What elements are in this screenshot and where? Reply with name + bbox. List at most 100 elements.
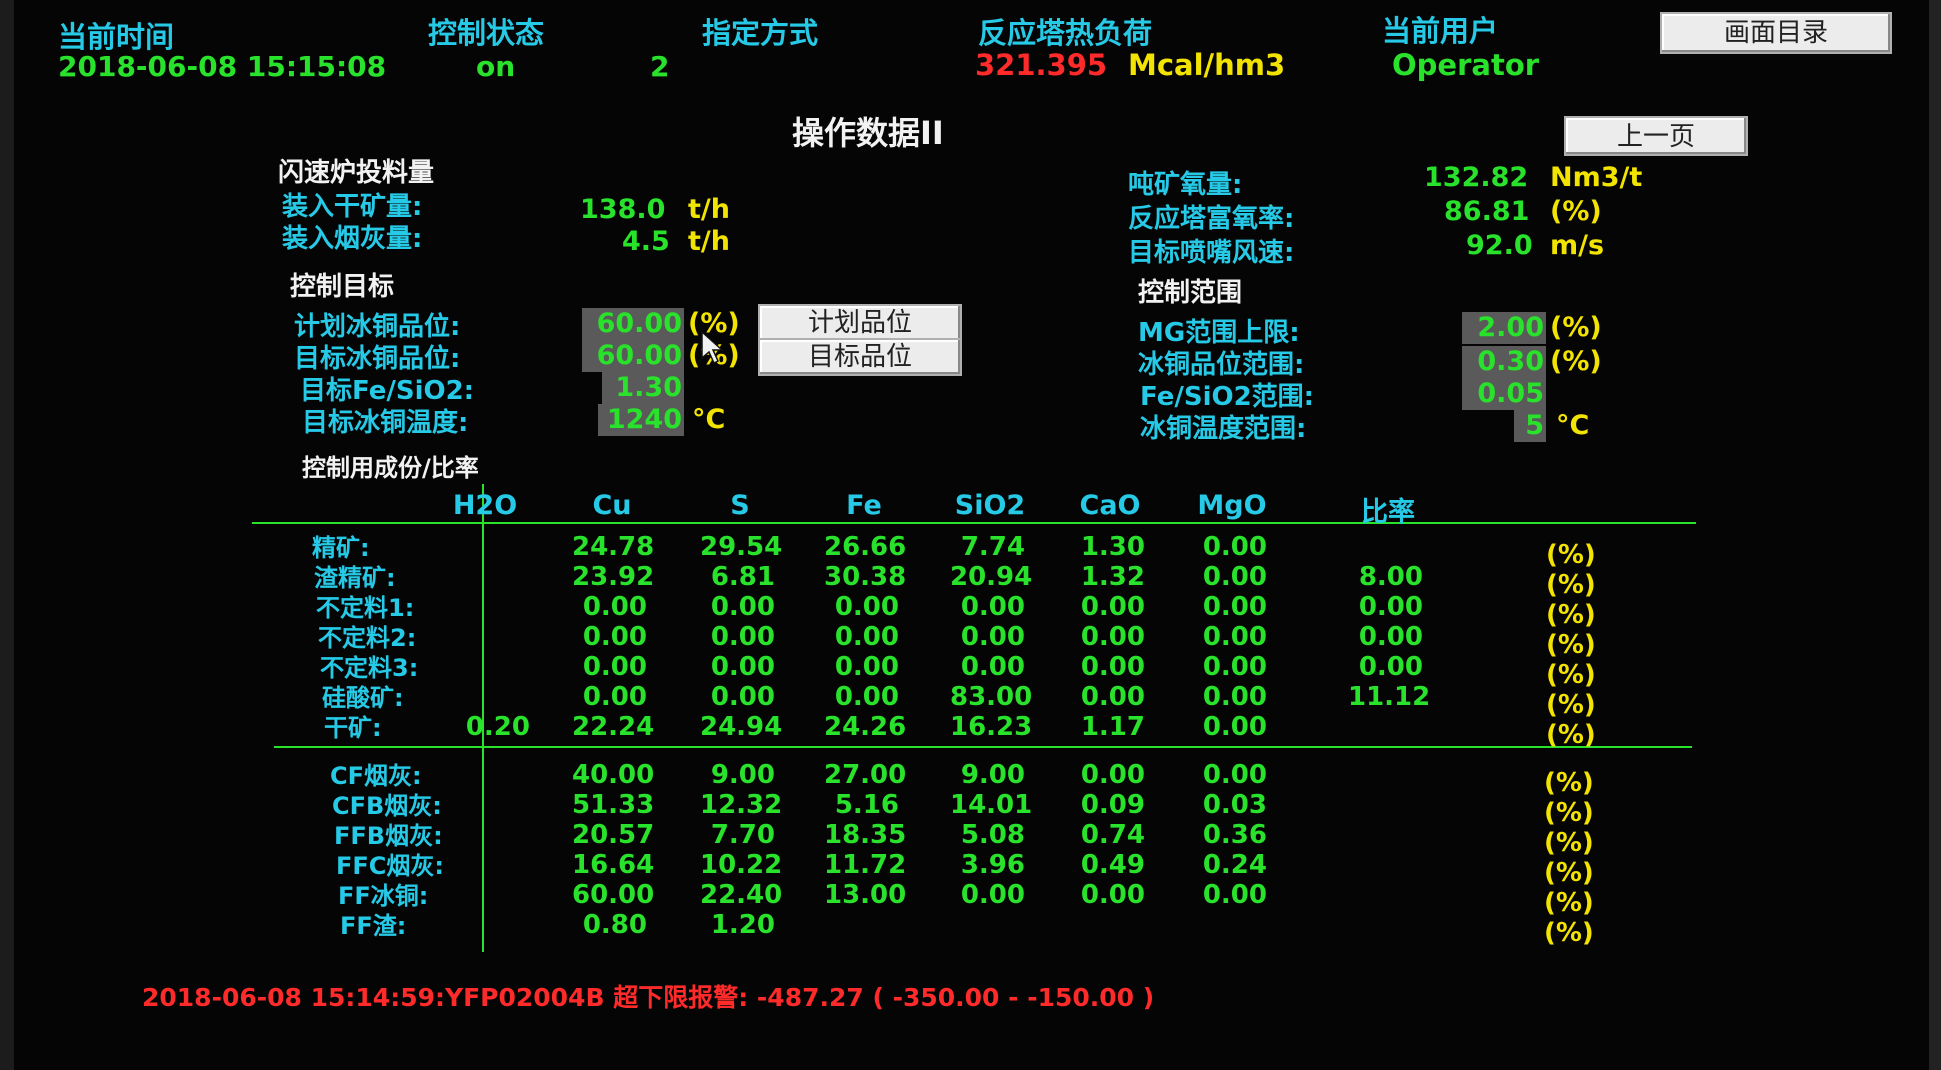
cell-cu: 23.92 [572, 562, 655, 592]
row-label: FF渣: [340, 912, 407, 940]
mg-range-unit: (%) [1550, 312, 1602, 343]
percent-unit: (%) [1544, 888, 1594, 918]
cell-fe: 0.00 [834, 652, 899, 682]
cell-ratio: 11.12 [1348, 682, 1431, 712]
cell-cu: 20.57 [572, 820, 655, 850]
cell-cu: 24.78 [572, 532, 655, 562]
column-header: 比率 [1361, 497, 1415, 528]
plan-grade-button[interactable]: 计划品位 [758, 304, 962, 342]
cell-cao: 0.09 [1080, 790, 1145, 820]
cell-sio2: 14.01 [950, 790, 1033, 820]
nozzle-speed-unit: m/s [1550, 230, 1605, 261]
target-grade-field[interactable]: 60.00 [582, 340, 684, 372]
cell-cao: 0.74 [1080, 820, 1145, 850]
user-value: Operator [1392, 48, 1540, 82]
user-label: 当前用户 [1382, 14, 1499, 48]
cell-cao: 0.49 [1080, 850, 1145, 880]
cell-mgo: 0.24 [1202, 850, 1267, 880]
cell-ratio: 0.00 [1358, 592, 1423, 622]
cell-s: 12.32 [700, 790, 783, 820]
cell-cao: 0.00 [1080, 652, 1145, 682]
cell-cu: 51.33 [572, 790, 655, 820]
cell-cao: 0.00 [1080, 592, 1145, 622]
cell-cu: 0.00 [582, 682, 647, 712]
cell-sio2: 0.00 [960, 652, 1025, 682]
dry-ore-unit: t/h [688, 194, 730, 225]
cell-fe: 11.72 [824, 850, 907, 880]
cell-fe: 13.00 [824, 880, 907, 910]
dust-label: 装入烟灰量: [282, 224, 423, 254]
cell-s: 6.81 [710, 562, 775, 592]
cell-fe: 0.00 [834, 682, 899, 712]
composition-section-title: 控制用成份/比率 [302, 454, 479, 482]
cell-cao: 1.17 [1080, 712, 1145, 742]
row-label: 干矿: [324, 714, 382, 742]
cell-sio2: 0.00 [960, 592, 1025, 622]
cell-s: 1.20 [710, 910, 775, 940]
fe-sio2-range-field[interactable]: 0.05 [1462, 378, 1546, 410]
cell-s: 24.94 [700, 712, 783, 742]
percent-unit: (%) [1546, 600, 1596, 630]
table-header-divider [252, 522, 1696, 524]
heat-load-value: 321.395 [975, 48, 1108, 82]
cell-fe: 27.00 [824, 760, 907, 790]
matte-temp-target-label: 目标冰铜温度: [302, 408, 469, 438]
cell-s: 0.00 [710, 682, 775, 712]
alarm-message: 2018-06-08 15:14:59:YFP02004B 超下限报警: -48… [142, 983, 1155, 1012]
cell-cu: 40.00 [572, 760, 655, 790]
cell-ratio: 0.00 [1358, 652, 1423, 682]
heat-load-label: 反应塔热负荷 [978, 16, 1153, 50]
percent-unit: (%) [1544, 798, 1594, 828]
cell-s: 0.00 [710, 622, 775, 652]
cell-mgo: 0.00 [1202, 682, 1267, 712]
prev-page-button[interactable]: 上一页 [1564, 116, 1748, 156]
control-state-value: on [476, 50, 516, 83]
cell-mgo: 0.00 [1202, 760, 1267, 790]
cell-sio2: 16.23 [950, 712, 1033, 742]
percent-unit: (%) [1546, 720, 1596, 750]
cell-cu: 0.00 [582, 592, 647, 622]
cell-sio2: 20.94 [950, 562, 1033, 592]
cell-fe: 5.16 [834, 790, 899, 820]
cell-cao: 0.00 [1080, 760, 1145, 790]
cell-mgo: 0.00 [1202, 880, 1267, 910]
cell-fe: 26.66 [824, 532, 907, 562]
mode-value: 2 [650, 50, 670, 83]
percent-unit: (%) [1546, 570, 1596, 600]
cell-mgo: 0.03 [1202, 790, 1267, 820]
cell-s: 0.00 [710, 592, 775, 622]
cell-sio2: 9.00 [960, 760, 1025, 790]
cell-cu: 0.00 [582, 652, 647, 682]
oxygen-per-ton-value: 132.82 [1424, 162, 1529, 193]
feed-section-title: 闪速炉投料量 [278, 158, 435, 188]
cell-sio2: 83.00 [950, 682, 1033, 712]
cell-cu: 16.64 [572, 850, 655, 880]
matte-temp-target-field[interactable]: 1240 [598, 404, 684, 436]
oxygen-enrich-value: 86.81 [1444, 196, 1530, 227]
cell-cao: 1.30 [1080, 532, 1145, 562]
targets-section-title: 控制目标 [290, 272, 395, 302]
menu-button[interactable]: 画面目录 [1660, 12, 1892, 54]
dust-unit: t/h [688, 226, 730, 257]
fe-sio2-target-field[interactable]: 1.30 [602, 372, 684, 404]
mg-range-field[interactable]: 2.00 [1462, 312, 1546, 344]
cell-s: 22.40 [700, 880, 783, 910]
cell-mgo: 0.00 [1202, 562, 1267, 592]
cell-s: 0.00 [710, 652, 775, 682]
cell-cao: 0.00 [1080, 622, 1145, 652]
column-header: CaO [1079, 490, 1141, 521]
mode-label: 指定方式 [702, 16, 819, 50]
cell-fe: 18.35 [824, 820, 907, 850]
oxygen-per-ton-label: 吨矿氧量: [1128, 170, 1243, 200]
cell-fe: 0.00 [834, 592, 899, 622]
heat-load-unit: Mcal/hm3 [1128, 48, 1286, 82]
grade-range-unit: (%) [1550, 346, 1602, 377]
plan-grade-field[interactable]: 60.00 [582, 308, 684, 340]
cell-mgo: 0.00 [1202, 622, 1267, 652]
grade-range-field[interactable]: 0.30 [1462, 346, 1546, 378]
nozzle-speed-value: 92.0 [1466, 230, 1533, 261]
hmi-screen: 当前时间 2018-06-08 15:15:08 控制状态 on 指定方式 2 … [0, 0, 1941, 1070]
cell-mgo: 0.00 [1202, 712, 1267, 742]
target-grade-button[interactable]: 目标品位 [758, 338, 962, 376]
matte-temp-range-field[interactable]: 5 [1514, 410, 1546, 442]
